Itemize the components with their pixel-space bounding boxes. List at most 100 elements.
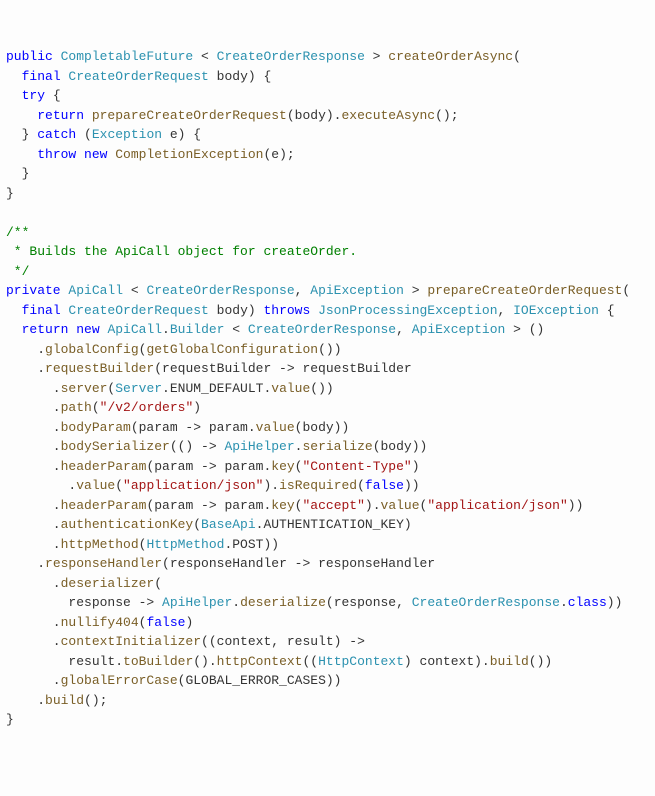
code-token-pl: ()) [310, 381, 333, 396]
code-token-method: value [256, 420, 295, 435]
code-token-kw: catch [37, 127, 76, 142]
code-token-pl: (body)) [373, 439, 428, 454]
code-token-pl: . [6, 361, 45, 376]
code-token-pl: (() -> [170, 439, 225, 454]
code-token-pl: < [193, 49, 216, 64]
code-token-method: headerParam [61, 459, 147, 474]
code-token-pl: .ENUM_DEFAULT. [162, 381, 271, 396]
code-token-method: bodyParam [61, 420, 131, 435]
code-token-method: build [490, 654, 529, 669]
code-token-pl: } [6, 186, 14, 201]
code-token-type: JsonProcessingException [318, 303, 497, 318]
code-token-pl: (( [302, 654, 318, 669]
code-token-method: httpMethod [61, 537, 139, 552]
code-token-kw: false [365, 478, 404, 493]
code-token-type: CreateOrderResponse [217, 49, 365, 64]
code-token-type: Exception [92, 127, 162, 142]
code-token-pl: . [6, 342, 45, 357]
code-token-type: BaseApi [201, 517, 256, 532]
code-token-str: "/v2/orders" [100, 400, 194, 415]
code-token-type: CreateOrderResponse [412, 595, 560, 610]
code-token-pl [6, 88, 22, 103]
code-token-pl: (param -> param. [146, 498, 271, 513]
code-token-pl: ()) [529, 654, 552, 669]
code-token-pl [6, 303, 22, 318]
code-token-type: ApiException [412, 322, 506, 337]
code-token-type: ApiHelper [224, 439, 294, 454]
code-block: public CompletableFuture < CreateOrderRe… [6, 47, 649, 730]
code-token-pl: ) context). [404, 654, 490, 669]
code-token-method: key [271, 459, 294, 474]
code-token-method: getGlobalConfiguration [146, 342, 318, 357]
code-token-pl: > [404, 283, 427, 298]
code-token-pl: (body). [287, 108, 342, 123]
code-token-pl: , [295, 283, 311, 298]
code-token-pl: . [6, 439, 61, 454]
code-token-comment: /** [6, 225, 29, 240]
code-token-kw: throws [263, 303, 318, 318]
code-token-pl: ). [365, 498, 381, 513]
code-token-type: ApiCall [68, 283, 123, 298]
code-token-pl: ( [622, 283, 630, 298]
code-token-pl: . [6, 537, 61, 552]
code-token-pl: ((context, result) -> [201, 634, 365, 649]
code-token-pl: (); [435, 108, 458, 123]
code-token-pl: . [6, 556, 45, 571]
code-token-pl: } [6, 712, 14, 727]
code-token-pl: , [498, 303, 514, 318]
code-token-method: bodySerializer [61, 439, 170, 454]
code-token-pl: (); [84, 693, 107, 708]
code-token-pl: . [162, 322, 170, 337]
code-token-str: "Content-Type" [302, 459, 411, 474]
code-token-pl: (e); [263, 147, 294, 162]
code-token-method: headerParam [61, 498, 147, 513]
code-token-pl: e) { [162, 127, 201, 142]
code-token-pl: ( [193, 517, 201, 532]
code-token-pl: . [6, 498, 61, 513]
code-token-pl [6, 147, 37, 162]
code-token-kw: public [6, 49, 61, 64]
code-token-kw: final [22, 69, 69, 84]
code-token-method: server [61, 381, 108, 396]
code-token-type: Server [115, 381, 162, 396]
code-token-pl: response -> [6, 595, 162, 610]
code-token-pl: { [599, 303, 615, 318]
code-token-pl: (GLOBAL_ERROR_CASES)) [178, 673, 342, 688]
code-token-pl: (responseHandler -> responseHandler [162, 556, 435, 571]
code-token-type: Builder [170, 322, 225, 337]
code-token-str: "application/json" [427, 498, 567, 513]
code-token-method: contextInitializer [61, 634, 201, 649]
code-token-pl: . [6, 576, 61, 591]
code-token-method: value [76, 478, 115, 493]
code-token-pl: (requestBuilder -> requestBuilder [154, 361, 411, 376]
code-token-pl: < [123, 283, 146, 298]
code-token-method: globalErrorCase [61, 673, 178, 688]
code-token-kw: private [6, 283, 68, 298]
code-token-pl: . [6, 634, 61, 649]
code-token-type: CreateOrderResponse [146, 283, 294, 298]
code-token-comment: * Builds the ApiCall object for createOr… [6, 244, 357, 259]
code-token-pl: ( [76, 127, 92, 142]
code-token-pl: > [365, 49, 388, 64]
code-token-pl: (response, [326, 595, 412, 610]
code-token-method: executeAsync [341, 108, 435, 123]
code-token-method: deserialize [240, 595, 326, 610]
code-token-pl: (body)) [295, 420, 350, 435]
code-token-pl [6, 108, 37, 123]
code-token-pl: . [6, 517, 61, 532]
code-token-pl: . [6, 478, 76, 493]
code-token-method: globalConfig [45, 342, 139, 357]
code-token-pl: } [6, 166, 29, 181]
code-token-type: HttpContext [318, 654, 404, 669]
code-token-pl: body) [209, 303, 264, 318]
code-token-pl: ). [263, 478, 279, 493]
code-token-type: CreateOrderRequest [68, 303, 208, 318]
code-token-pl: . [6, 381, 61, 396]
code-token-pl: )) [607, 595, 623, 610]
code-token-pl: body) { [209, 69, 271, 84]
code-token-method: requestBuilder [45, 361, 154, 376]
code-token-pl: . [232, 595, 240, 610]
code-token-pl: { [45, 88, 61, 103]
code-token-pl: . [6, 615, 61, 630]
code-token-kw: false [146, 615, 185, 630]
